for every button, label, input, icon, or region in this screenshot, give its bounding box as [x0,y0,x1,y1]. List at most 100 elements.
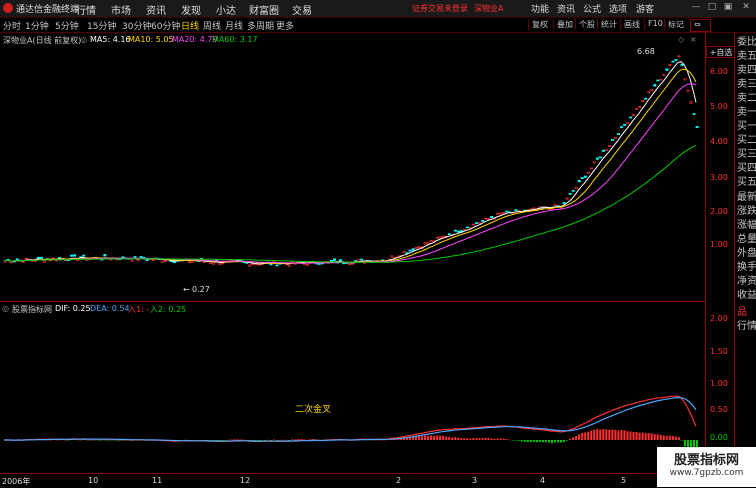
restore-icon[interactable]: ▣ [722,1,734,13]
app-title: 通达信金融终端 [16,5,80,15]
macd-bar [439,435,442,440]
candle [683,78,687,81]
candle [348,262,352,266]
sidebar-item[interactable]: 卖五 [737,51,756,63]
menu-news[interactable]: 资讯 [146,2,166,17]
menu-guest[interactable]: 游客 [636,2,654,15]
sidebar-item[interactable]: 换手 [737,262,756,274]
macd-bar [674,436,677,440]
candle [632,114,636,117]
menu-market[interactable]: 市场 [111,2,131,17]
sidebar-item[interactable]: 买五 [737,177,756,189]
candle [357,259,361,262]
candle [24,257,28,260]
macd-bar [460,438,463,440]
candle [82,254,86,257]
sidebar-item[interactable]: 委比 [737,37,756,49]
sidebar-item[interactable]: 收益 [737,290,756,302]
sidebar-item[interactable]: 涨跌 [737,206,756,218]
sidebar-item[interactable]: 买一 [737,121,756,133]
macd-bar [97,440,100,441]
period-15min[interactable]: 15分钟 [87,19,116,32]
period-30min[interactable]: 30分钟 [122,19,151,32]
candle [21,261,25,263]
adjust-button[interactable]: 复权 [528,19,548,30]
login-warning[interactable]: 证券交易未登录 [412,3,468,14]
overlay-button[interactable]: 叠加 [553,19,573,30]
menu-formula[interactable]: 公式 [583,2,601,15]
stats-button[interactable]: 统计 [597,19,617,30]
menu-discover[interactable]: 发现 [181,2,201,17]
minimize-icon[interactable]: — [690,1,702,13]
period-1min[interactable]: 1分钟 [25,19,49,32]
menu-info[interactable]: 资讯 [557,2,575,15]
macd-bar [88,440,91,441]
period-weekly[interactable]: 周线 [203,19,221,32]
period-timeshare[interactable]: 分时 [3,19,21,32]
period-more[interactable]: 更多 [276,19,294,32]
candle [568,192,572,195]
macd-chart[interactable]: ◎ 股票指标网 DIF: 0.25 DEA: 0.54 入1: - 入2: 0.… [0,301,705,474]
maximize-icon[interactable]: □ [706,1,718,13]
period-60min[interactable]: 60分钟 [151,19,180,32]
sub-axis-tick: 0.00 [710,433,728,442]
kline-chart[interactable]: 深物业A(日线 前复权) ◎ MA5: 4.16 MA10: 5.05 MA20… [0,33,705,298]
macd-bar [553,440,556,443]
menu-bar: 通达信金融终端 行情 市场 资讯 发现 小达 财富圈 交易 证券交易未登录 深物… [0,0,756,18]
candle [459,230,463,232]
macd-bar [236,439,239,440]
sidebar-item[interactable]: 外盘 [737,248,756,260]
menu-quote[interactable]: 行情 [76,2,96,17]
f10-button[interactable]: F10 [644,19,663,30]
macd-bar [463,438,466,440]
menu-function[interactable]: 功能 [531,2,549,15]
period-monthly[interactable]: 月线 [225,19,243,32]
sidebar-item[interactable]: 买二 [737,135,756,147]
sidebar-item[interactable]: 卖一 [737,107,756,119]
sidebar-item[interactable]: 买三 [737,149,756,161]
menu-trade[interactable]: 交易 [292,2,312,17]
period-daily[interactable]: 日线 [181,19,199,32]
candle [435,236,439,239]
candle [70,254,74,257]
macd-bar [76,439,79,441]
sidebar-item[interactable]: 净资 [737,276,756,288]
close-icon[interactable]: ✕ [740,1,752,13]
sidebar-item[interactable]: 买四 [737,163,756,175]
toggle-panel-icon[interactable]: ⇔ [690,19,711,32]
macd-bar [599,429,602,440]
candle [481,220,485,222]
macd-bar [611,429,614,440]
self-select-button[interactable]: +自选 [706,46,736,58]
sidebar-item[interactable]: 卖三 [737,79,756,91]
candle [73,254,77,257]
sidebar-item[interactable]: 行情 [737,321,756,333]
candle [139,256,143,258]
sidebar-item[interactable]: 卖四 [737,65,756,77]
draw-button[interactable]: 画线 [620,19,640,30]
macd-bar [511,440,514,441]
stock-button[interactable]: 个股 [575,19,595,30]
candle [36,256,40,259]
sidebar-item[interactable]: 涨幅 [737,220,756,232]
sidebar-item[interactable]: 卖二 [737,93,756,105]
period-multi[interactable]: 多周期 [247,19,274,32]
macd-bar [454,437,457,440]
macd-bar [445,436,448,440]
sidebar-item[interactable]: 最新 [737,192,756,204]
macd-bar [529,440,532,443]
macd-bar [478,438,481,440]
macd-bar [629,431,632,440]
macd-bar [683,440,686,447]
menu-xiaoda[interactable]: 小达 [216,2,236,17]
period-5min[interactable]: 5分钟 [55,19,79,32]
sidebar-item[interactable]: 品 [737,307,747,319]
mark-button[interactable]: 标记 [664,19,684,30]
high-price-label: 6.68 [637,47,655,56]
candle [269,263,273,266]
sidebar-item[interactable]: 总量 [737,234,756,246]
menu-options[interactable]: 选项 [609,2,627,15]
macd-bar [448,436,451,440]
candle [662,74,666,76]
menu-wealth[interactable]: 财富圈 [249,2,279,17]
